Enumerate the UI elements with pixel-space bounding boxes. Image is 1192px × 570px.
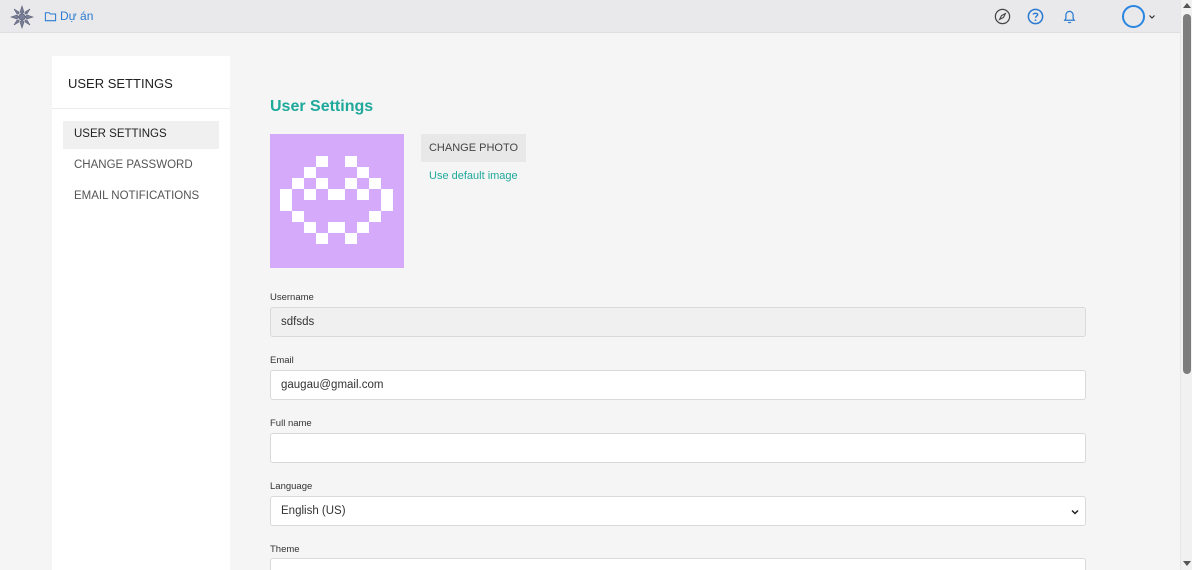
language-label: Language (270, 481, 313, 492)
bell-icon[interactable] (1060, 7, 1079, 26)
sidebar-item-user-settings[interactable]: USER SETTINGS (63, 121, 219, 149)
compass-icon[interactable] (993, 7, 1012, 26)
logo-icon[interactable] (10, 5, 34, 29)
fullname-field[interactable] (270, 433, 1086, 463)
change-photo-button[interactable]: CHANGE PHOTO (421, 134, 526, 162)
email-label: Email (270, 355, 294, 366)
scroll-thumb[interactable] (1183, 14, 1191, 374)
chevron-down-icon (1149, 14, 1155, 19)
page-title: User Settings (270, 98, 374, 115)
scroll-down-arrow[interactable] (1183, 561, 1191, 566)
username-field[interactable]: sdfsds (270, 307, 1086, 337)
username-label: Username (270, 292, 314, 303)
sidebar-item-email-notifications[interactable]: EMAIL NOTIFICATIONS (63, 183, 219, 211)
theme-label: Theme (270, 544, 300, 555)
identicon-image (280, 156, 393, 244)
user-menu-button[interactable] (1122, 5, 1156, 28)
language-select[interactable]: English (US) (270, 496, 1086, 526)
language-value: English (US) (281, 505, 346, 517)
scroll-up-arrow[interactable] (1183, 3, 1191, 8)
project-breadcrumb[interactable]: Dự án (44, 9, 93, 23)
avatar (1122, 5, 1145, 28)
top-bar: Dự án (0, 0, 1180, 33)
sidebar-item-change-password[interactable]: CHANGE PASSWORD (63, 152, 219, 180)
folder-icon (44, 11, 57, 21)
main-content: User Settings CHANGE PHOTO Use default i… (230, 56, 1180, 570)
page-scrollbar[interactable] (1180, 0, 1192, 570)
profile-photo (270, 134, 404, 268)
use-default-image-link[interactable]: Use default image (429, 170, 518, 182)
project-label: Dự án (60, 9, 94, 23)
theme-select[interactable] (270, 558, 1086, 570)
settings-sidebar: USER SETTINGS USER SETTINGS CHANGE PASSW… (52, 56, 230, 570)
help-icon[interactable] (1026, 7, 1045, 26)
email-field[interactable]: gaugau@gmail.com (270, 370, 1086, 400)
chevron-down-icon (1071, 509, 1079, 515)
sidebar-title: USER SETTINGS (52, 56, 230, 109)
fullname-label: Full name (270, 418, 312, 429)
